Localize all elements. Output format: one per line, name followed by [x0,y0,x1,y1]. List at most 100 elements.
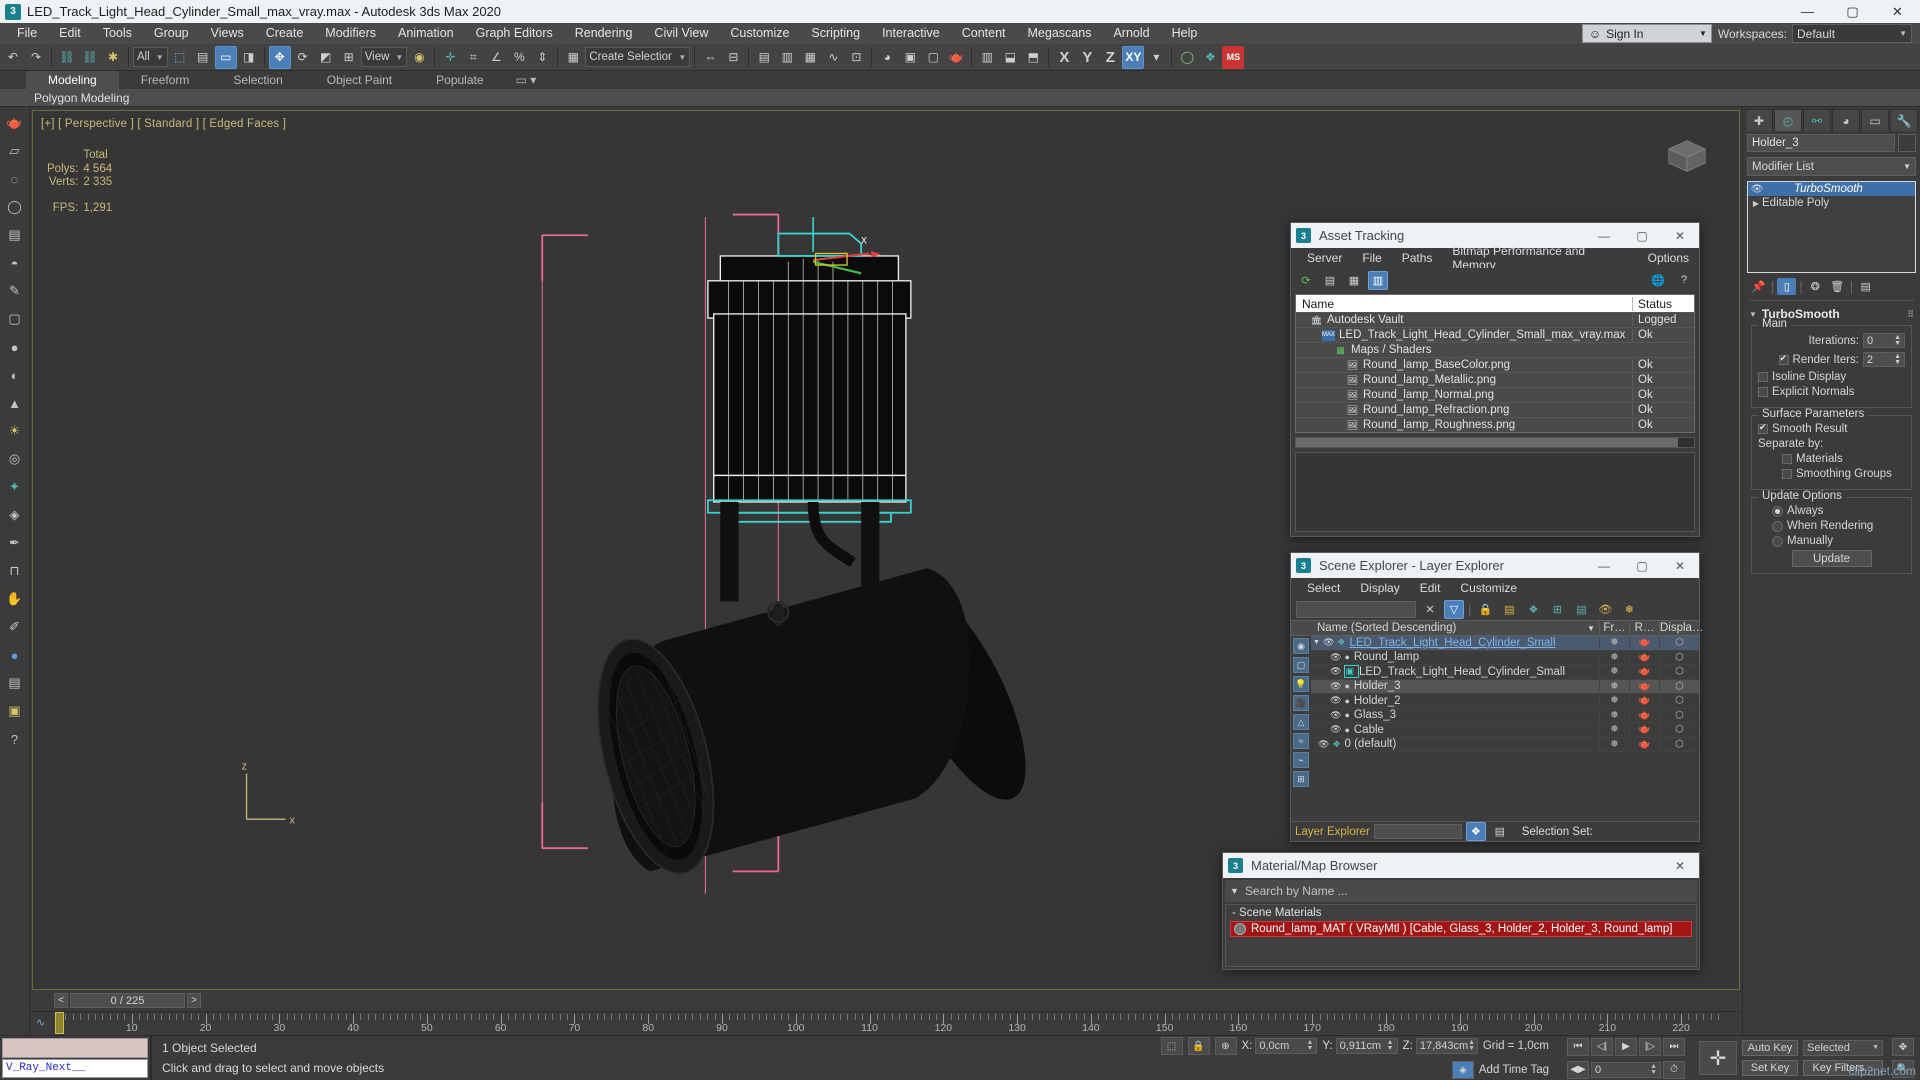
select-and-rotate-icon[interactable]: ⟳ [292,46,314,69]
maxscript-mini-listener[interactable]: V_Ray_Next__ [0,1036,150,1080]
megascans-icon[interactable]: MS [1222,45,1245,69]
prev-frame-button[interactable]: < [54,993,68,1008]
object-name-field[interactable]: Holder_3 [1747,134,1895,152]
spinner-arrows-icon[interactable]: ▲ ▼ [1387,1039,1394,1052]
thumbnail-icon[interactable]: ▦ [1344,271,1364,290]
box-primitive-icon[interactable]: ▱ [3,139,27,163]
groups-filter-icon[interactable]: ⊞ [1293,771,1309,787]
display-cell[interactable]: ⬡ [1659,709,1699,721]
current-frame-display[interactable]: 0 / 225 [70,993,185,1008]
renderable-cell[interactable]: 🫖 [1629,637,1659,649]
column-renderable[interactable]: R… [1629,622,1659,634]
update-manually-row[interactable]: Manually [1772,535,1905,547]
renderable-cell[interactable]: 🫖 [1629,724,1659,736]
filter-icon[interactable]: ▽ [1444,599,1464,619]
asset-tracking-window[interactable]: 3 Asset Tracking — ▢ ✕ Server File Paths… [1290,222,1700,537]
modify-tab[interactable]: ◴ [1774,109,1802,131]
selection-lock-region-icon[interactable]: ⬚ [1160,1037,1183,1055]
show-end-result-icon[interactable]: ▯ [1777,278,1797,295]
view-cube-icon[interactable] [1659,133,1715,179]
select-and-scale-icon[interactable]: ◩ [315,46,337,69]
column-frozen[interactable]: Fr… [1599,622,1629,634]
modifier-stack-item-editable-poly[interactable]: ▶ Editable Poly [1748,196,1915,210]
render-setup-icon[interactable]: ▣ [899,46,921,69]
spinner-arrows-icon[interactable]: ▲ ▼ [1894,353,1901,366]
select-object-icon[interactable]: ⬚ [169,46,191,69]
lights-filter-icon[interactable]: 💡 [1293,676,1309,692]
x-coordinate-field[interactable]: X: 0,0cm ▲ ▼ [1242,1038,1318,1054]
update-when-rendering-radio[interactable] [1772,520,1783,532]
material-browser-search[interactable]: ▼ Search by Name ... [1225,880,1697,902]
menu-arnold[interactable]: Arnold [1102,23,1160,44]
renderable-cell[interactable]: 🫖 [1629,738,1659,750]
set-keys-button[interactable]: ✛ [1699,1041,1737,1075]
lock-selection-icon[interactable]: 🔒 [1187,1037,1210,1055]
absolute-relative-mode-icon[interactable]: ⊕ [1214,1037,1237,1055]
list-item[interactable]: 👁 ● Holder_2 ❅ 🫖 ⬡ [1311,694,1699,709]
axis-constraint-z-button[interactable]: Z [1099,46,1121,69]
scene-explorer-search-input[interactable] [1296,600,1416,618]
key-filter-combo[interactable]: Selected ▼ [1803,1040,1883,1056]
modifier-stack-item-turbosmooth[interactable]: 👁 TurboSmooth [1748,182,1915,196]
eye-icon[interactable]: 👁 [1320,637,1337,648]
help-circle-icon[interactable]: ? [3,727,27,751]
materials-checkbox[interactable] [1782,454,1792,464]
refresh-icon[interactable]: ⟳ [1296,271,1316,290]
gradient-sphere-icon[interactable]: ◐ [3,363,27,387]
modifier-stack[interactable]: 👁 TurboSmooth ▶ Editable Poly [1747,181,1916,273]
sphere-icon[interactable]: ● [3,335,27,359]
list-item[interactable]: 👁 ● Glass_3 ❅ 🫖 ⬡ [1311,709,1699,723]
circle-shape-icon[interactable]: ◯ [3,195,27,219]
all-objects-icon[interactable]: ◉ [1293,638,1309,654]
menu-interactive[interactable]: Interactive [871,23,951,44]
scene-materials-group[interactable]: - Scene Materials [1226,905,1696,921]
at-menu-options[interactable]: Options [1638,251,1699,265]
next-frame-button[interactable]: > [187,993,201,1008]
help-icon[interactable]: ? [1674,271,1694,290]
configure-modifier-sets-icon[interactable]: ▤ [1856,278,1875,295]
auto-key-button[interactable]: Auto Key [1742,1040,1798,1056]
isoline-display-row[interactable]: Isoline Display [1758,371,1905,383]
frozen-cell[interactable]: ❅ [1599,651,1629,663]
iterations-spinner[interactable]: 0 ▲ ▼ [1863,333,1905,348]
go-to-start-icon[interactable]: ⏮ [1567,1037,1589,1056]
eye-icon[interactable]: 👁 [1327,695,1344,706]
y-coordinate-field[interactable]: Y: 0,911cm ▲ ▼ [1322,1038,1398,1054]
asset-table-horizontal-scrollbar[interactable] [1295,437,1695,448]
list-icon[interactable]: ▤ [1320,271,1340,290]
key-mode-toggle-icon[interactable]: ◀▶ [1567,1060,1589,1079]
listener-white-field[interactable]: V_Ray_Next__ [2,1058,148,1078]
pin-stack-icon[interactable]: 📌 [1749,278,1768,295]
select-layer-children-icon[interactable]: ⊞ [1547,600,1567,619]
minimize-button[interactable]: — [1785,0,1830,23]
column-display[interactable]: Displa… [1659,622,1703,634]
rendered-frame-window-icon[interactable]: ▢ [922,46,944,69]
se-menu-select[interactable]: Select [1297,581,1350,595]
expand-arrow-icon[interactable]: ▶ [1750,199,1762,208]
frozen-cell[interactable]: ❅ [1599,709,1629,721]
drag-handle-icon[interactable]: ⠿ [1907,309,1914,320]
x-input[interactable]: 0,0cm ▲ ▼ [1255,1038,1318,1054]
ribbon-tab-selection[interactable]: Selection [211,71,304,89]
snaps-toggle-icon[interactable]: ⌗ [462,46,484,69]
explorer-preset-combo[interactable] [1373,824,1462,839]
update-button[interactable]: Update [1791,550,1872,567]
asset-tracking-icon[interactable]: ◯ [1176,46,1198,69]
table-row[interactable]: 🖼 Round_lamp_Roughness.png Ok [1296,417,1694,432]
table-row[interactable]: 🖼 Round_lamp_BaseColor.png Ok [1296,357,1694,372]
renderable-cell[interactable]: 🫖 [1629,666,1659,678]
ribbon-tab-populate[interactable]: Populate [414,71,505,89]
unlink-icon[interactable]: ⛓ [79,46,101,69]
blue-sphere-icon[interactable]: ● [3,643,27,667]
add-time-tag-icon[interactable]: ◈ [1451,1061,1474,1079]
eye-icon[interactable]: 👁 [1750,184,1764,195]
freeze-layer-icon[interactable]: ❅ [1619,600,1639,619]
se-menu-edit[interactable]: Edit [1410,581,1451,595]
placement-icon[interactable]: ⊞ [338,46,360,69]
layer-list-icon[interactable]: ❖ [1465,822,1486,841]
eye-icon[interactable]: 👁 [1327,724,1344,735]
display-cell[interactable]: ⬡ [1659,680,1699,692]
chevron-down-icon[interactable]: ▼ [1872,1044,1879,1051]
select-link-icon[interactable]: ⛓ [56,46,78,69]
make-unique-icon[interactable]: ❂ [1806,278,1825,295]
